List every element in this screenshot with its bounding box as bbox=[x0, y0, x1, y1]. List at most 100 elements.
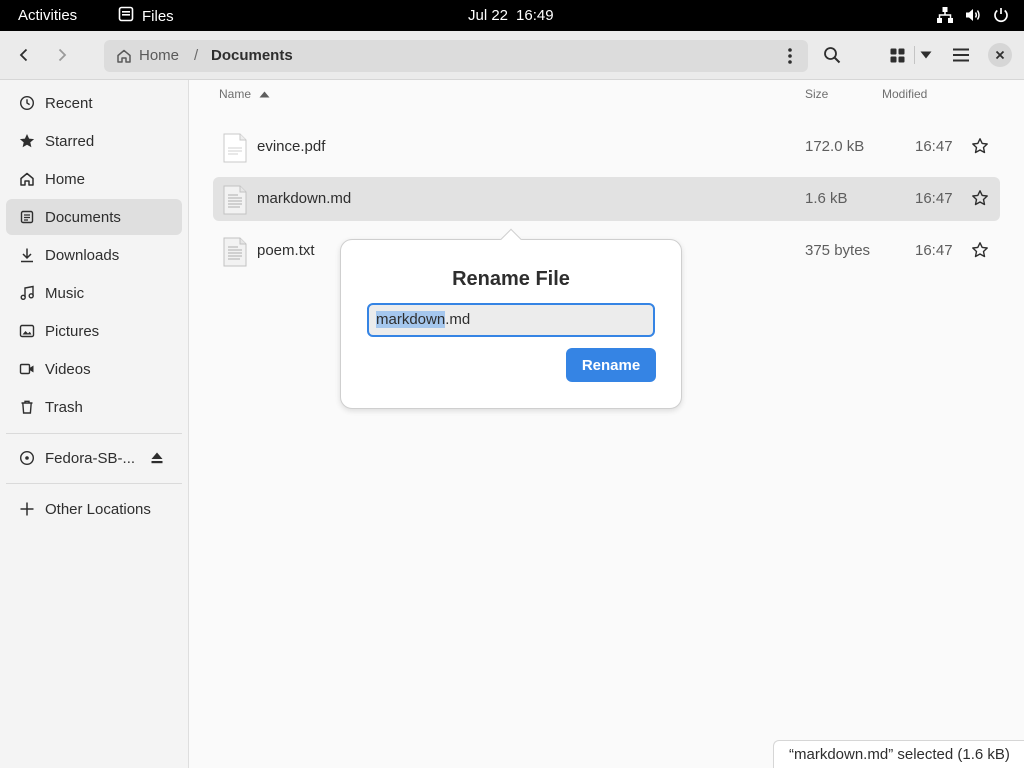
forward-button[interactable] bbox=[48, 41, 76, 69]
activities-button[interactable]: Activities bbox=[18, 7, 77, 24]
eject-icon[interactable] bbox=[150, 451, 164, 469]
breadcrumb-home-label: Home bbox=[139, 47, 180, 64]
view-button-divider bbox=[914, 46, 915, 64]
video-icon bbox=[19, 361, 35, 377]
file-size: 1.6 kB bbox=[805, 190, 848, 207]
file-row-evince[interactable]: evince.pdf 172.0 kB 16:47 bbox=[213, 125, 1000, 169]
close-window-button[interactable] bbox=[988, 43, 1012, 67]
network-icon bbox=[936, 6, 954, 28]
sidebar: Recent Starred Home Documents Downloads … bbox=[0, 80, 189, 768]
vertical-dots-icon bbox=[788, 48, 792, 64]
breadcrumb-separator: / bbox=[194, 47, 199, 64]
top-bar: Activities Files Jul 22 16:49 bbox=[0, 0, 1024, 31]
main-menu-button[interactable] bbox=[947, 41, 975, 69]
sidebar-item-trash[interactable]: Trash bbox=[6, 389, 182, 425]
file-modified: 16:47 bbox=[915, 242, 953, 259]
sidebar-item-label: Trash bbox=[45, 398, 83, 416]
header-bar: Home / Documents bbox=[0, 31, 1024, 80]
picture-icon bbox=[19, 323, 35, 339]
file-name: evince.pdf bbox=[257, 138, 326, 155]
sidebar-item-device[interactable]: Fedora-SB-... bbox=[6, 440, 182, 476]
breadcrumb-documents[interactable]: Documents bbox=[211, 47, 293, 64]
disc-icon bbox=[19, 450, 35, 466]
sidebar-item-music[interactable]: Music bbox=[6, 275, 182, 311]
clock-icon bbox=[19, 95, 35, 111]
sidebar-item-label: Home bbox=[45, 170, 86, 188]
column-header-name[interactable]: Name bbox=[219, 87, 270, 101]
view-options-button[interactable] bbox=[916, 41, 936, 69]
star-icon[interactable] bbox=[971, 137, 989, 159]
text-file-icon bbox=[223, 185, 247, 219]
sidebar-item-label: Videos bbox=[45, 360, 91, 378]
rename-popover: Rename File markdown.md Rename bbox=[340, 239, 682, 409]
clock-time: 16:49 bbox=[516, 7, 554, 24]
sidebar-item-pictures[interactable]: Pictures bbox=[6, 313, 182, 349]
file-row-markdown[interactable]: markdown.md 1.6 kB 16:47 bbox=[213, 177, 1000, 221]
sidebar-item-label: Documents bbox=[45, 208, 121, 226]
file-name: poem.txt bbox=[257, 242, 315, 259]
system-menu[interactable] bbox=[936, 6, 1010, 28]
home-icon bbox=[19, 171, 35, 187]
path-menu-button[interactable] bbox=[780, 46, 800, 66]
clock[interactable]: Jul 22 16:49 bbox=[468, 7, 554, 24]
app-menu[interactable]: Files bbox=[118, 6, 174, 26]
document-icon bbox=[19, 209, 35, 225]
column-header-name-label: Name bbox=[219, 87, 252, 101]
sidebar-item-starred[interactable]: Starred bbox=[6, 123, 182, 159]
search-icon bbox=[824, 47, 841, 64]
back-button[interactable] bbox=[10, 41, 38, 69]
close-icon bbox=[995, 50, 1005, 60]
home-icon bbox=[117, 49, 131, 63]
file-modified: 16:47 bbox=[915, 138, 953, 155]
sidebar-item-label: Downloads bbox=[45, 246, 120, 264]
popover-arrow bbox=[500, 228, 522, 240]
power-icon bbox=[992, 6, 1010, 28]
grid-icon bbox=[890, 48, 904, 62]
sidebar-item-documents[interactable]: Documents bbox=[6, 199, 182, 235]
sidebar-separator bbox=[6, 483, 182, 484]
sidebar-item-label: Fedora-SB-... bbox=[45, 449, 136, 467]
file-modified: 16:47 bbox=[915, 190, 953, 207]
star-icon[interactable] bbox=[971, 189, 989, 211]
trash-icon bbox=[19, 399, 35, 415]
rename-filename-input[interactable]: markdown.md bbox=[367, 303, 655, 337]
text-file-icon bbox=[223, 237, 247, 271]
music-icon bbox=[19, 285, 35, 301]
selected-text: markdown bbox=[376, 311, 446, 328]
sidebar-item-label: Starred bbox=[45, 132, 95, 150]
file-size: 172.0 kB bbox=[805, 138, 865, 155]
chevron-right-icon bbox=[58, 48, 67, 62]
star-icon[interactable] bbox=[971, 241, 989, 263]
hamburger-icon bbox=[953, 48, 969, 62]
path-bar: Home / Documents bbox=[104, 40, 808, 72]
column-header-modified[interactable]: Modified bbox=[882, 87, 927, 101]
sidebar-item-downloads[interactable]: Downloads bbox=[6, 237, 182, 273]
plus-icon bbox=[19, 501, 35, 517]
volume-icon bbox=[964, 6, 982, 28]
sidebar-item-home[interactable]: Home bbox=[6, 161, 182, 197]
column-header-size[interactable]: Size bbox=[805, 87, 828, 101]
sidebar-item-label: Other Locations bbox=[45, 500, 151, 518]
rename-button[interactable]: Rename bbox=[566, 348, 656, 382]
sidebar-item-recent[interactable]: Recent bbox=[6, 85, 182, 121]
app-name: Files bbox=[142, 7, 174, 25]
sidebar-item-label: Music bbox=[45, 284, 85, 302]
sidebar-item-other-locations[interactable]: Other Locations bbox=[6, 491, 182, 527]
file-name: markdown.md bbox=[257, 190, 352, 207]
search-button[interactable] bbox=[818, 41, 846, 69]
file-size: 375 bytes bbox=[805, 242, 871, 259]
files-app-icon bbox=[118, 6, 134, 26]
clock-date: Jul 22 bbox=[468, 7, 509, 24]
sort-ascending-icon bbox=[259, 91, 270, 97]
status-overlay: “markdown.md” selected (1.6 kB) bbox=[773, 740, 1024, 768]
pdf-file-icon bbox=[223, 133, 247, 167]
chevron-left-icon bbox=[19, 48, 28, 62]
sidebar-item-label: Pictures bbox=[45, 322, 100, 340]
caret-down-icon bbox=[920, 51, 932, 59]
download-icon bbox=[19, 247, 35, 263]
rename-dialog-title: Rename File bbox=[452, 268, 570, 290]
breadcrumb-home[interactable]: Home bbox=[116, 47, 179, 64]
sidebar-item-label: Recent bbox=[45, 94, 93, 112]
sidebar-item-videos[interactable]: Videos bbox=[6, 351, 182, 387]
grid-view-button[interactable] bbox=[883, 41, 911, 69]
